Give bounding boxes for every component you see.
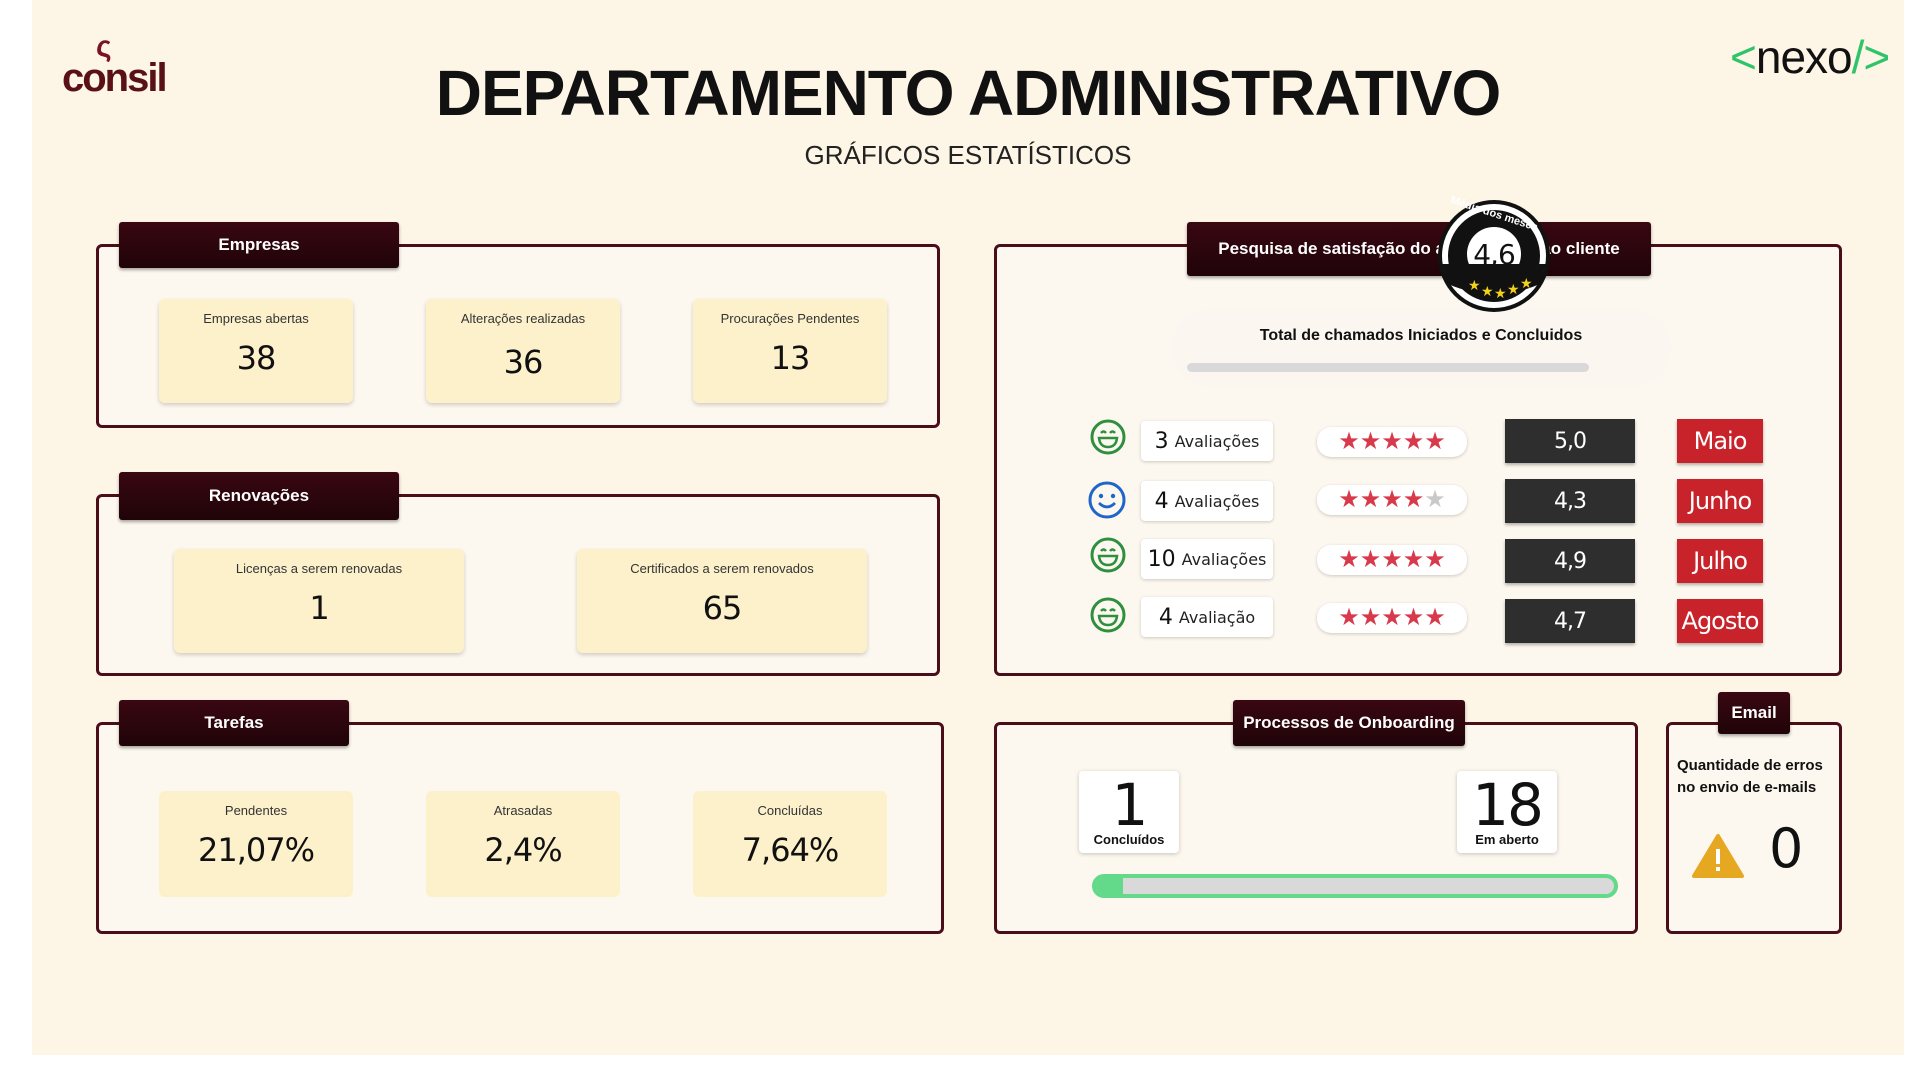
count-label: Avaliação xyxy=(1178,607,1256,627)
grin-face-icon xyxy=(1090,537,1126,573)
card-label: Atrasadas xyxy=(493,803,553,818)
card-label: Empresas abertas xyxy=(203,311,309,326)
row-month: Agosto xyxy=(1677,599,1763,643)
row-score: 4,9 xyxy=(1505,539,1635,583)
empresas-card-abertas: Empresas abertas 38 xyxy=(159,299,353,403)
count-label: Avaliações xyxy=(1174,491,1260,511)
renovacoes-panel: Licenças a serem renovadas 1 Certificado… xyxy=(96,494,940,676)
row-count: 4 Avaliação xyxy=(1141,597,1273,637)
renovacoes-card-licencas: Licenças a serem renovadas 1 xyxy=(174,549,464,653)
email-question: Quantidade de erros no envio de e-mails xyxy=(1677,757,1823,796)
card-value: 38 xyxy=(236,339,277,377)
empresas-card-procuracoes: Procurações Pendentes 13 xyxy=(693,299,887,403)
row-count: 10 Avaliações xyxy=(1141,539,1273,579)
svg-text:★: ★ xyxy=(1494,285,1507,301)
row-month: Junho xyxy=(1677,479,1763,523)
email-error-count: 0 xyxy=(1769,817,1804,880)
warning-icon xyxy=(1691,833,1745,884)
card-value: 21,07% xyxy=(197,831,315,869)
total-chamados-pill: Total de chamados Iniciados e Concluidos xyxy=(1171,309,1671,387)
onboarding-panel: 1 Concluídos 18 Em aberto xyxy=(994,722,1638,934)
total-chamados-bar xyxy=(1187,363,1589,372)
card-value: 13 xyxy=(770,339,811,377)
row-count: 3 Avaliações xyxy=(1141,421,1273,461)
empresas-panel: Empresas abertas 38 Alterações realizada… xyxy=(96,244,940,428)
card-value: 36 xyxy=(503,343,544,381)
count-label: Avaliações xyxy=(1174,431,1260,451)
tarefas-card-atrasadas: Atrasadas 2,4% xyxy=(426,791,620,897)
row-score: 4,7 xyxy=(1505,599,1635,643)
grin-face-icon xyxy=(1090,419,1126,455)
row-stars: ★★★★★ xyxy=(1317,545,1467,575)
card-label: Licenças a serem renovadas xyxy=(235,561,403,576)
concluidos-label: Concluídos xyxy=(1093,832,1165,847)
row-month: Maio xyxy=(1677,419,1763,463)
svg-text:★: ★ xyxy=(1481,283,1494,299)
row-month: Julho xyxy=(1677,539,1763,583)
dashboard-page: ς consil <nexo/> DEPARTAMENTO ADMINISTRA… xyxy=(32,0,1904,1055)
badge-value: 4,6 xyxy=(1473,238,1516,271)
row-stars: ★★★★★ xyxy=(1317,485,1467,515)
row-score: 5,0 xyxy=(1505,419,1635,463)
svg-text:★: ★ xyxy=(1468,277,1481,293)
row-stars: ★★★★★ xyxy=(1317,603,1467,633)
email-panel: Quantidade de erros no envio de e-mails … xyxy=(1666,722,1842,934)
aberto-label: Em aberto xyxy=(1475,832,1539,847)
tarefas-panel: Pendentes 21,07% Atrasadas 2,4% Concluíd… xyxy=(96,722,944,934)
aberto-value: 18 xyxy=(1472,771,1544,839)
progress-fill xyxy=(1096,878,1124,894)
card-label: Concluídas xyxy=(757,803,823,818)
row-stars: ★★★★★ xyxy=(1317,427,1467,457)
count-value: 4 xyxy=(1158,604,1173,630)
svg-text:★: ★ xyxy=(1507,281,1520,297)
email-tag: Email xyxy=(1718,692,1790,734)
row-count: 4 Avaliações xyxy=(1141,481,1273,521)
onboarding-progress-bar xyxy=(1092,874,1618,898)
empresas-card-alteracoes: Alterações realizadas 36 xyxy=(426,299,620,403)
page-subtitle: GRÁFICOS ESTATÍSTICOS xyxy=(804,140,1132,170)
count-label: Avaliações xyxy=(1181,549,1267,569)
count-value: 4 xyxy=(1154,488,1169,514)
page-title: DEPARTAMENTO ADMINISTRATIVO xyxy=(435,57,1502,129)
smile-face-icon xyxy=(1088,481,1126,519)
renovacoes-tag: Renovações xyxy=(119,472,399,520)
card-label: Pendentes xyxy=(224,803,288,818)
card-value: 2,4% xyxy=(484,831,562,869)
satisfacao-tag: Pesquisa de satisfação do atendimento ao… xyxy=(1187,222,1651,276)
card-label: Alterações realizadas xyxy=(460,311,586,326)
card-value: 7,64% xyxy=(741,831,840,869)
onboarding-aberto-card: 18 Em aberto xyxy=(1457,771,1557,853)
card-value: 65 xyxy=(702,589,743,627)
satisfacao-panel: Total de chamados Iniciados e Concluidos… xyxy=(994,244,1842,676)
media-badge: ★ ★ ★ ★ ★ Média dos meses 4,6 xyxy=(1436,194,1552,314)
svg-text:★: ★ xyxy=(1520,275,1533,291)
row-score: 4,3 xyxy=(1505,479,1635,523)
renovacoes-card-certificados: Certificados a serem renovados 65 xyxy=(577,549,867,653)
concluidos-value: 1 xyxy=(1111,771,1149,839)
card-label: Procurações Pendentes xyxy=(720,311,860,326)
tarefas-tag: Tarefas xyxy=(119,700,349,746)
count-value: 10 xyxy=(1147,546,1176,572)
total-chamados-label: Total de chamados Iniciados e Concluidos xyxy=(1259,327,1583,344)
tarefas-card-concluidas: Concluídas 7,64% xyxy=(693,791,887,897)
onboarding-tag: Processos de Onboarding xyxy=(1233,700,1465,746)
count-value: 3 xyxy=(1154,428,1169,454)
onboarding-concluidos-card: 1 Concluídos xyxy=(1079,771,1179,853)
card-value: 1 xyxy=(309,589,329,627)
tarefas-card-pendentes: Pendentes 21,07% xyxy=(159,791,353,897)
card-label: Certificados a serem renovados xyxy=(630,561,814,576)
grin-face-icon xyxy=(1090,597,1126,633)
empresas-tag: Empresas xyxy=(119,222,399,268)
